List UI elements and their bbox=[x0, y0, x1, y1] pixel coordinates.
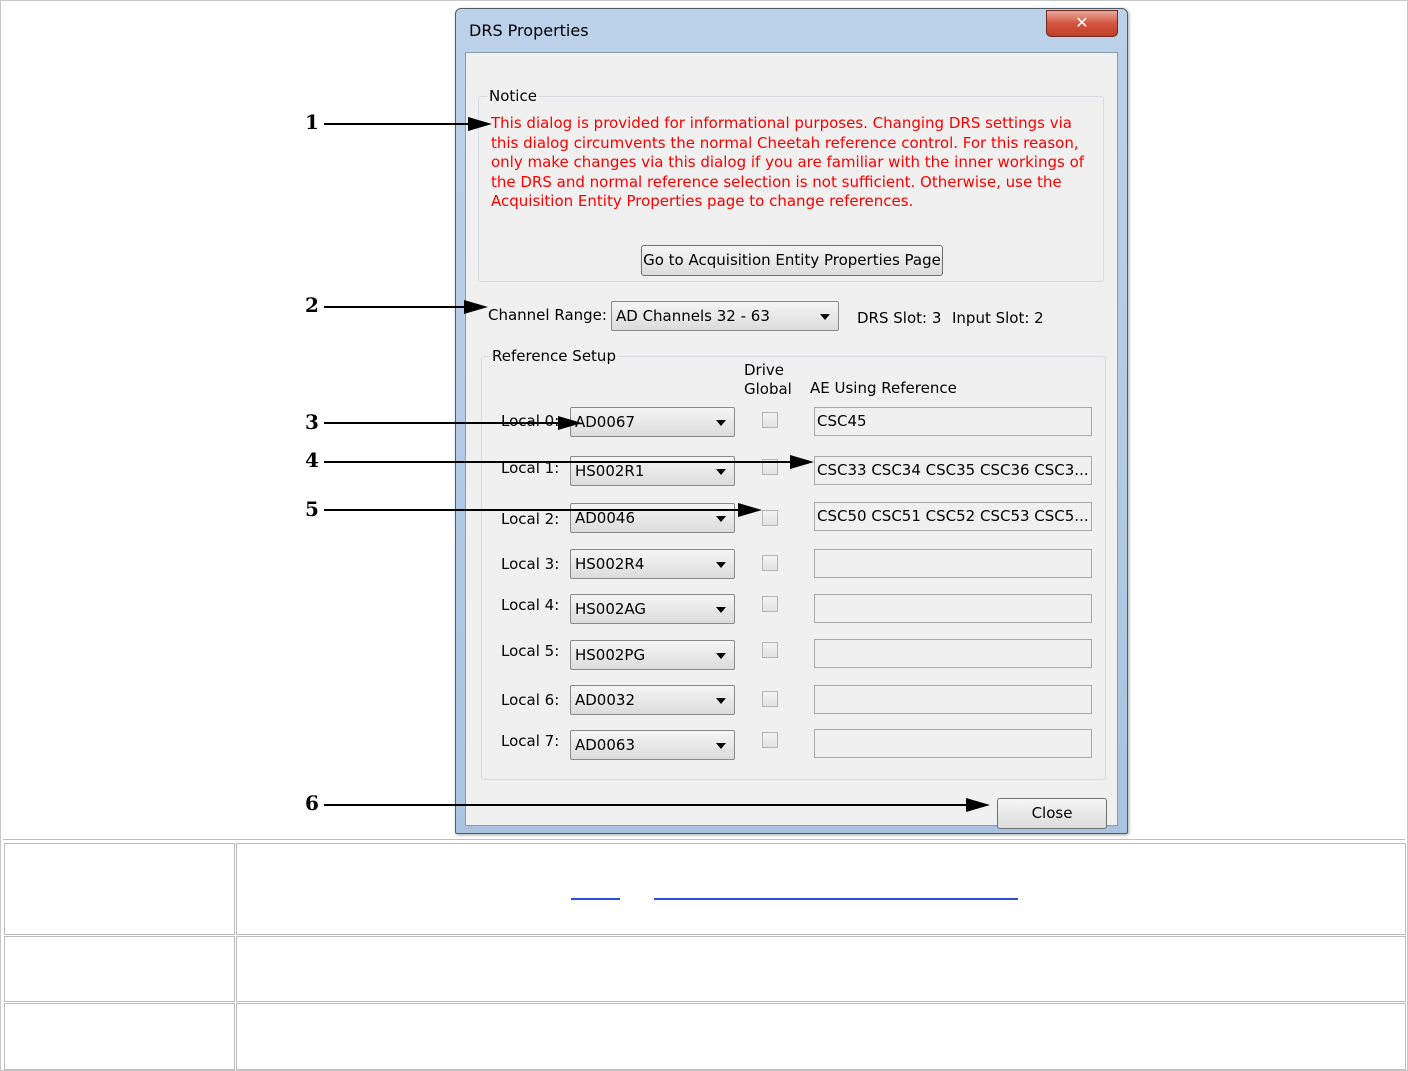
table-cell-key-2 bbox=[4, 936, 235, 1002]
local-3-reference-select[interactable]: HS002R4 bbox=[570, 549, 735, 579]
callout-line bbox=[324, 422, 560, 424]
local-4-drive-global-checkbox[interactable] bbox=[762, 596, 778, 612]
local-6-ae-field[interactable] bbox=[814, 685, 1092, 714]
window-close-button[interactable]: ✕ bbox=[1046, 10, 1118, 37]
local-7-ae-field[interactable] bbox=[814, 729, 1092, 758]
chevron-down-icon bbox=[716, 516, 726, 522]
go-to-acquisition-entity-properties-button[interactable]: Go to Acquisition Entity Properties Page bbox=[641, 245, 943, 276]
local-0-label: Local 0: bbox=[501, 412, 560, 430]
drive-global-header-line2: Global bbox=[744, 380, 792, 398]
local-4-reference-value: HS002AG bbox=[575, 600, 647, 618]
arrow-right-icon bbox=[790, 455, 814, 469]
local-3-ae-field[interactable] bbox=[814, 549, 1092, 578]
chevron-down-icon bbox=[820, 314, 830, 320]
arrow-right-icon bbox=[464, 300, 488, 314]
local-7-label: Local 7: bbox=[501, 732, 560, 750]
local-5-reference-value: HS002PG bbox=[575, 646, 646, 664]
drs-slot-label: DRS Slot: 3 bbox=[857, 309, 942, 327]
table-cell-key-1 bbox=[4, 843, 235, 935]
local-7-drive-global-checkbox[interactable] bbox=[762, 732, 778, 748]
drive-global-header-line1: Drive bbox=[744, 361, 784, 379]
close-icon: ✕ bbox=[1075, 13, 1089, 32]
local-4-reference-select[interactable]: HS002AG bbox=[570, 594, 735, 624]
table-cell-value-2 bbox=[236, 936, 1406, 1002]
local-3-drive-global-checkbox[interactable] bbox=[762, 555, 778, 571]
local-5-label: Local 5: bbox=[501, 642, 560, 660]
arrow-right-icon bbox=[468, 117, 492, 131]
local-5-reference-select[interactable]: HS002PG bbox=[570, 640, 735, 670]
callout-line bbox=[324, 804, 966, 806]
callout-number: 5 bbox=[305, 497, 319, 521]
channel-range-value: AD Channels 32 - 63 bbox=[616, 307, 770, 325]
callout-line bbox=[324, 123, 470, 125]
chevron-down-icon bbox=[716, 698, 726, 704]
callout-line bbox=[324, 509, 738, 511]
notice-text: This dialog is provided for informationa… bbox=[491, 114, 1085, 210]
arrow-right-icon bbox=[558, 416, 582, 430]
chevron-down-icon bbox=[716, 653, 726, 659]
dialog-title: DRS Properties bbox=[469, 21, 589, 40]
chevron-down-icon bbox=[716, 420, 726, 426]
drs-properties-dialog: DRS Properties ✕ Notice This dialog is p… bbox=[455, 8, 1128, 834]
local-6-reference-select[interactable]: AD0032 bbox=[570, 685, 735, 715]
reference-setup-label: Reference Setup bbox=[490, 347, 618, 365]
local-2-reference-select[interactable]: AD0046 bbox=[570, 503, 735, 533]
local-3-reference-value: HS002R4 bbox=[575, 555, 645, 573]
hyperlink-underline-1[interactable] bbox=[571, 898, 620, 900]
local-4-ae-field[interactable] bbox=[814, 594, 1092, 623]
callout-number: 2 bbox=[305, 293, 319, 317]
chevron-down-icon bbox=[716, 469, 726, 475]
chevron-down-icon bbox=[716, 562, 726, 568]
local-0-reference-value: AD0067 bbox=[575, 413, 635, 431]
local-7-reference-select[interactable]: AD0063 bbox=[570, 730, 735, 760]
input-slot-label: Input Slot: 2 bbox=[952, 309, 1044, 327]
callout-number: 3 bbox=[305, 410, 319, 434]
close-button[interactable]: Close bbox=[997, 798, 1107, 829]
channel-range-select[interactable]: AD Channels 32 - 63 bbox=[611, 301, 839, 331]
channel-range-label: Channel Range: bbox=[488, 306, 607, 324]
local-6-label: Local 6: bbox=[501, 691, 560, 709]
ae-using-reference-header: AE Using Reference bbox=[810, 379, 957, 397]
dialog-client-area: Notice This dialog is provided for infor… bbox=[465, 52, 1118, 829]
local-3-label: Local 3: bbox=[501, 555, 560, 573]
callout-line bbox=[324, 461, 790, 463]
local-5-ae-field[interactable] bbox=[814, 639, 1092, 668]
arrow-right-icon bbox=[966, 798, 990, 812]
local-1-reference-value: HS002R1 bbox=[575, 462, 645, 480]
callout-number: 1 bbox=[305, 110, 319, 134]
local-2-label: Local 2: bbox=[501, 510, 560, 528]
local-0-reference-select[interactable]: AD0067 bbox=[570, 407, 735, 437]
local-6-drive-global-checkbox[interactable] bbox=[762, 691, 778, 707]
chevron-down-icon bbox=[716, 743, 726, 749]
hyperlink-underline-2[interactable] bbox=[654, 898, 1018, 900]
chevron-down-icon bbox=[716, 607, 726, 613]
local-0-drive-global-checkbox[interactable] bbox=[762, 412, 778, 428]
notice-group-label: Notice bbox=[487, 87, 539, 105]
arrow-right-icon bbox=[738, 503, 762, 517]
callout-number: 6 bbox=[305, 791, 319, 815]
local-0-ae-field[interactable]: CSC45 bbox=[814, 407, 1092, 436]
local-5-drive-global-checkbox[interactable] bbox=[762, 642, 778, 658]
table-cell-key-3 bbox=[4, 1003, 235, 1070]
local-7-reference-value: AD0063 bbox=[575, 736, 635, 754]
local-2-reference-value: AD0046 bbox=[575, 509, 635, 527]
local-2-drive-global-checkbox[interactable] bbox=[762, 510, 778, 526]
local-6-reference-value: AD0032 bbox=[575, 691, 635, 709]
callout-number: 4 bbox=[305, 448, 319, 472]
local-2-ae-field[interactable]: CSC50 CSC51 CSC52 CSC53 CSC5... bbox=[814, 502, 1092, 531]
local-4-label: Local 4: bbox=[501, 596, 560, 614]
table-cell-value-1 bbox=[236, 843, 1406, 935]
local-1-ae-field[interactable]: CSC33 CSC34 CSC35 CSC36 CSC3... bbox=[814, 456, 1092, 485]
table-cell-value-3 bbox=[236, 1003, 1406, 1070]
table-divider bbox=[3, 839, 1405, 840]
callout-line bbox=[324, 306, 466, 308]
